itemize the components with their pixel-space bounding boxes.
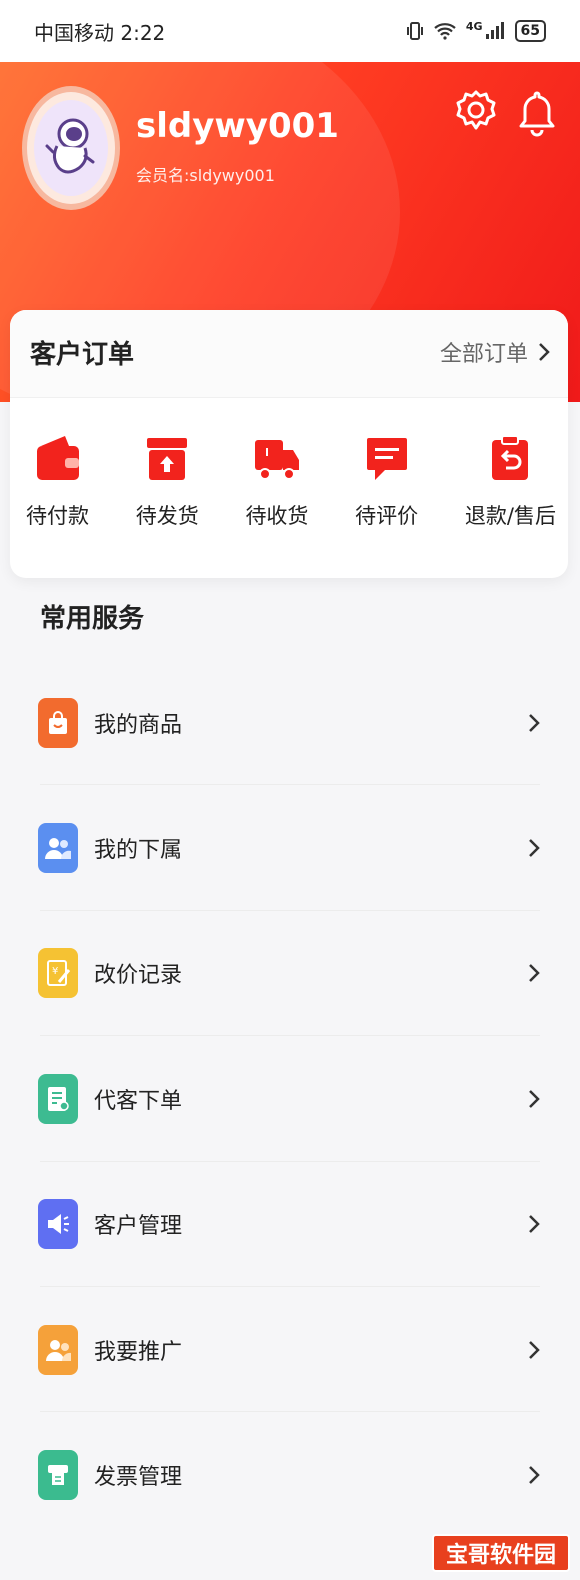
astronaut-avatar-icon xyxy=(45,118,95,174)
all-orders-label: 全部订单 xyxy=(439,342,528,367)
carrier-time: 中国移动 2:22 xyxy=(34,20,166,45)
orders-header: 客户订单 全部订单 xyxy=(10,310,568,398)
order-pending-payment[interactable]: 待付款 xyxy=(26,434,89,530)
chevron-right-icon xyxy=(529,1466,540,1484)
member-name: 会员名:sldywy001 xyxy=(136,166,275,185)
service-promote[interactable]: 我要推广 xyxy=(0,1287,580,1413)
order-status-row: 待付款 待发货 待收货 待评价 退款/售后 xyxy=(10,434,568,530)
truck-icon xyxy=(254,440,299,480)
watermark: 宝哥软件园 xyxy=(432,1534,570,1572)
service-label: 发票管理 xyxy=(94,1465,183,1491)
order-pending-receipt[interactable]: 待收货 xyxy=(245,434,308,530)
return-icon xyxy=(492,435,529,480)
service-label: 我的下属 xyxy=(94,838,183,864)
comment-icon xyxy=(366,438,407,480)
wifi-icon xyxy=(434,23,456,40)
order-item-label: 待评价 xyxy=(355,504,419,528)
order-item-label: 待收货 xyxy=(245,504,309,528)
service-invoice-management[interactable]: 发票管理 xyxy=(0,1412,580,1537)
customer-orders-card: 客户订单 全部订单 待付款 待发货 待收货 待评价 退款/售后 xyxy=(10,310,568,578)
order-item-label: 退款/售后 xyxy=(464,504,556,528)
service-customer-management[interactable]: 客户管理 xyxy=(0,1162,580,1288)
signal-icon xyxy=(485,22,504,39)
service-price-change-log[interactable]: ¥ 改价记录 xyxy=(0,911,580,1037)
service-order-for-customer[interactable]: 代客下单 xyxy=(0,1036,580,1162)
chevron-right-icon xyxy=(529,1340,540,1359)
chevron-right-icon xyxy=(539,343,550,361)
settings-gear-icon[interactable] xyxy=(456,90,496,134)
service-label: 客户管理 xyxy=(94,1214,183,1240)
order-item-label: 待付款 xyxy=(26,504,89,528)
order-refund-aftersale[interactable]: 退款/售后 xyxy=(465,434,556,530)
notification-bell-icon[interactable] xyxy=(518,90,556,138)
service-label: 代客下单 xyxy=(94,1088,183,1114)
chevron-right-icon xyxy=(529,1089,540,1108)
order-list-icon xyxy=(38,1073,78,1124)
service-label: 改价记录 xyxy=(94,963,183,989)
service-my-products[interactable]: 我的商品 xyxy=(0,660,580,786)
network-label: 4G xyxy=(465,19,483,33)
services-title: 常用服务 xyxy=(40,604,145,634)
order-pending-review[interactable]: 待评价 xyxy=(355,434,418,530)
chevron-right-icon xyxy=(529,839,540,857)
service-my-subordinates[interactable]: 我的下属 xyxy=(0,785,580,912)
shopping-bag-icon xyxy=(38,697,78,748)
price-edit-icon: ¥ xyxy=(38,948,78,999)
megaphone-icon xyxy=(38,1199,78,1250)
orders-title: 客户订单 xyxy=(30,340,135,370)
invoice-printer-icon xyxy=(38,1450,78,1501)
wallet-icon xyxy=(36,436,79,480)
chevron-right-icon xyxy=(529,1215,540,1234)
order-pending-shipment[interactable]: 待发货 xyxy=(136,434,199,530)
box-upload-icon xyxy=(147,438,188,480)
chevron-right-icon xyxy=(529,964,540,983)
battery-indicator: 65 xyxy=(514,20,546,42)
username: sldywy001 xyxy=(136,106,339,146)
service-label: 我要推广 xyxy=(94,1339,183,1365)
status-bar: 中国移动 2:22 4G 65 xyxy=(0,0,580,62)
users-icon xyxy=(38,823,78,874)
svg-text:¥: ¥ xyxy=(52,966,58,977)
services-list: 我的商品 我的下属 ¥ 改价记录 代客下单 客户管理 我要推广 发票管理 xyxy=(0,660,580,1538)
avatar[interactable] xyxy=(22,86,120,210)
status-icons: 4G 65 xyxy=(406,20,546,42)
all-orders-link[interactable]: 全部订单 xyxy=(440,336,550,368)
service-label: 我的商品 xyxy=(94,712,183,738)
chevron-right-icon xyxy=(529,713,540,732)
promote-users-icon xyxy=(38,1324,78,1375)
vibrate-icon xyxy=(406,22,423,40)
order-item-label: 待发货 xyxy=(135,504,199,528)
